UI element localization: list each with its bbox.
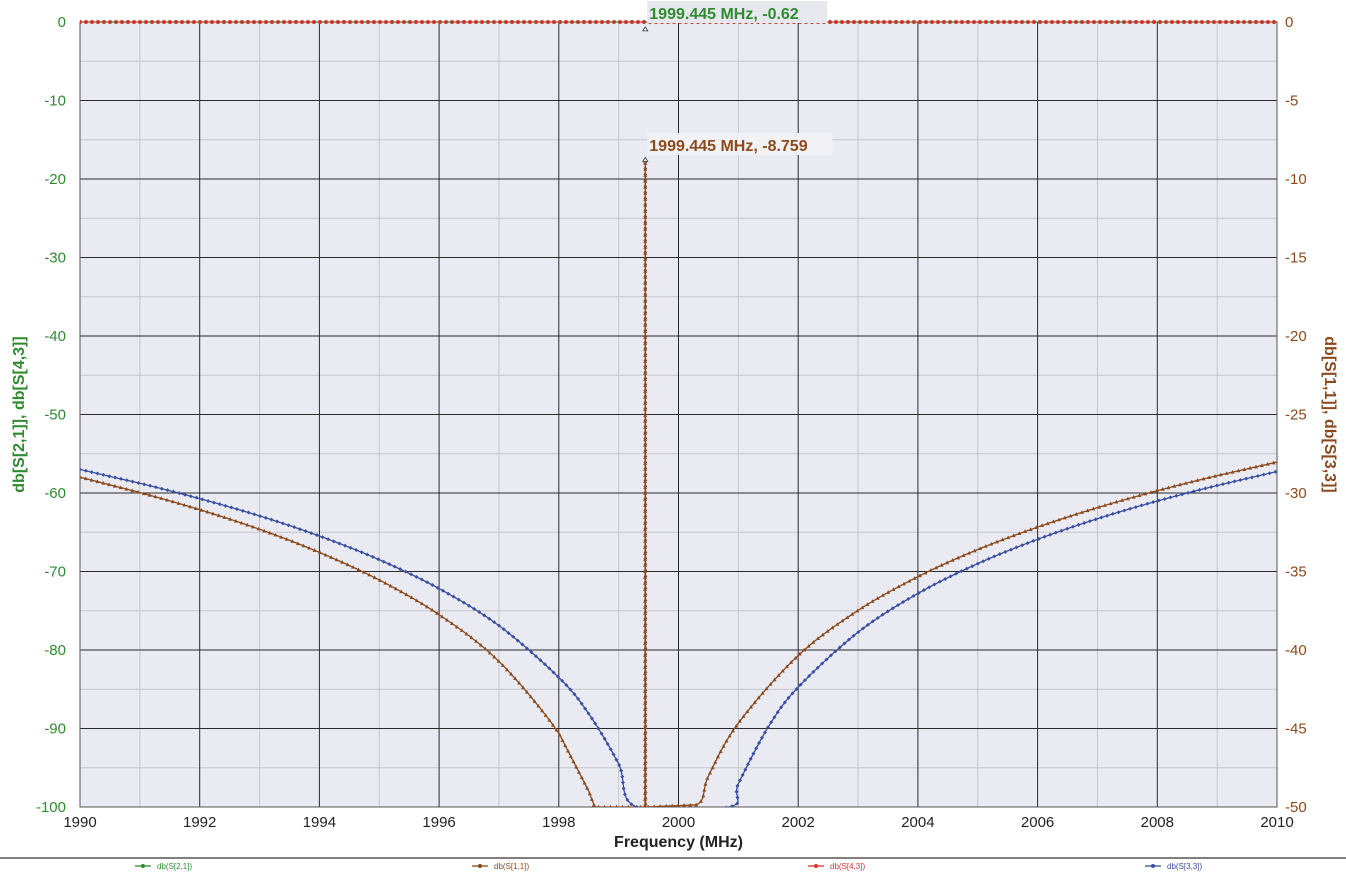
- legend-item-0: db(S[2,1]): [135, 862, 192, 871]
- y-right-tick-label: 0: [1285, 14, 1293, 31]
- x-tick-label: 2010: [1260, 814, 1293, 831]
- x-tick-label: 2004: [901, 814, 934, 831]
- legend-item-2: db(S[4,3]): [808, 862, 865, 871]
- y-left-tick-label: -60: [44, 485, 66, 502]
- legend-item-3: db(S[3,3]): [1145, 862, 1202, 871]
- y-right-tick-label: -30: [1285, 485, 1307, 502]
- y-right-tick-label: -25: [1285, 407, 1307, 424]
- marker-annotation: 1999.445 MHz, -0.62: [649, 6, 799, 23]
- legend-marker-icon: [814, 864, 818, 868]
- y-left-tick-label: -100: [36, 799, 66, 816]
- x-tick-label: 1990: [63, 814, 96, 831]
- legend-label: db(S[3,3]): [1167, 862, 1202, 871]
- x-axis-title: Frequency (MHz): [614, 834, 743, 851]
- legend-item-1: db(S[1,1]): [472, 862, 529, 871]
- legend-marker-icon: [478, 864, 482, 868]
- x-tick-label: 2002: [782, 814, 815, 831]
- y-right-tick-label: -45: [1285, 721, 1307, 738]
- y-left-tick-label: -70: [44, 564, 66, 581]
- legend-label: db(S[2,1]): [157, 862, 192, 871]
- x-tick-label: 1994: [303, 814, 336, 831]
- y-left-tick-label: -40: [44, 328, 66, 345]
- x-tick-label: 1992: [183, 814, 216, 831]
- y-left-tick-label: -10: [44, 93, 66, 110]
- x-tick-label: 1996: [422, 814, 455, 831]
- y-right-tick-label: -10: [1285, 171, 1307, 188]
- y-left-tick-label: -30: [44, 250, 66, 267]
- legend-marker-icon: [141, 864, 145, 868]
- y-right-tick-label: -50: [1285, 799, 1307, 816]
- y-left-axis-title: db[S[2,1]], db[S[4,3]]: [11, 336, 28, 492]
- legend-label: db(S[1,1]): [494, 862, 529, 871]
- y-right-tick-label: -35: [1285, 564, 1307, 581]
- x-tick-label: 2006: [1021, 814, 1054, 831]
- y-left-tick-label: -90: [44, 721, 66, 738]
- y-right-tick-label: -40: [1285, 642, 1307, 659]
- x-tick-label: 1998: [542, 814, 575, 831]
- y-left-tick-label: -20: [44, 171, 66, 188]
- x-tick-label: 2008: [1141, 814, 1174, 831]
- y-right-tick-label: -15: [1285, 250, 1307, 267]
- y-left-tick-label: -50: [44, 407, 66, 424]
- marker-annotation: 1999.445 MHz, -8.759: [649, 138, 807, 155]
- y-left-tick-label: 0: [58, 14, 66, 31]
- legend-marker-icon: [1151, 864, 1155, 868]
- x-tick-label: 2000: [662, 814, 695, 831]
- y-right-axis-title: db[S[1,1]], db[S[3,3]]: [1321, 336, 1338, 492]
- y-right-tick-label: -5: [1285, 93, 1298, 110]
- legend-label: db(S[4,3]): [830, 862, 865, 871]
- y-left-tick-label: -80: [44, 642, 66, 659]
- y-right-tick-label: -20: [1285, 328, 1307, 345]
- chart-container: 1990 1992 1994 1996 1998 2000 2002 2004 2006 2008…: [0, 0, 1346, 872]
- chart-svg: 1990 1992 1994 1996 1998 2000 2002 2004 2006 2008…: [0, 1, 1346, 871]
